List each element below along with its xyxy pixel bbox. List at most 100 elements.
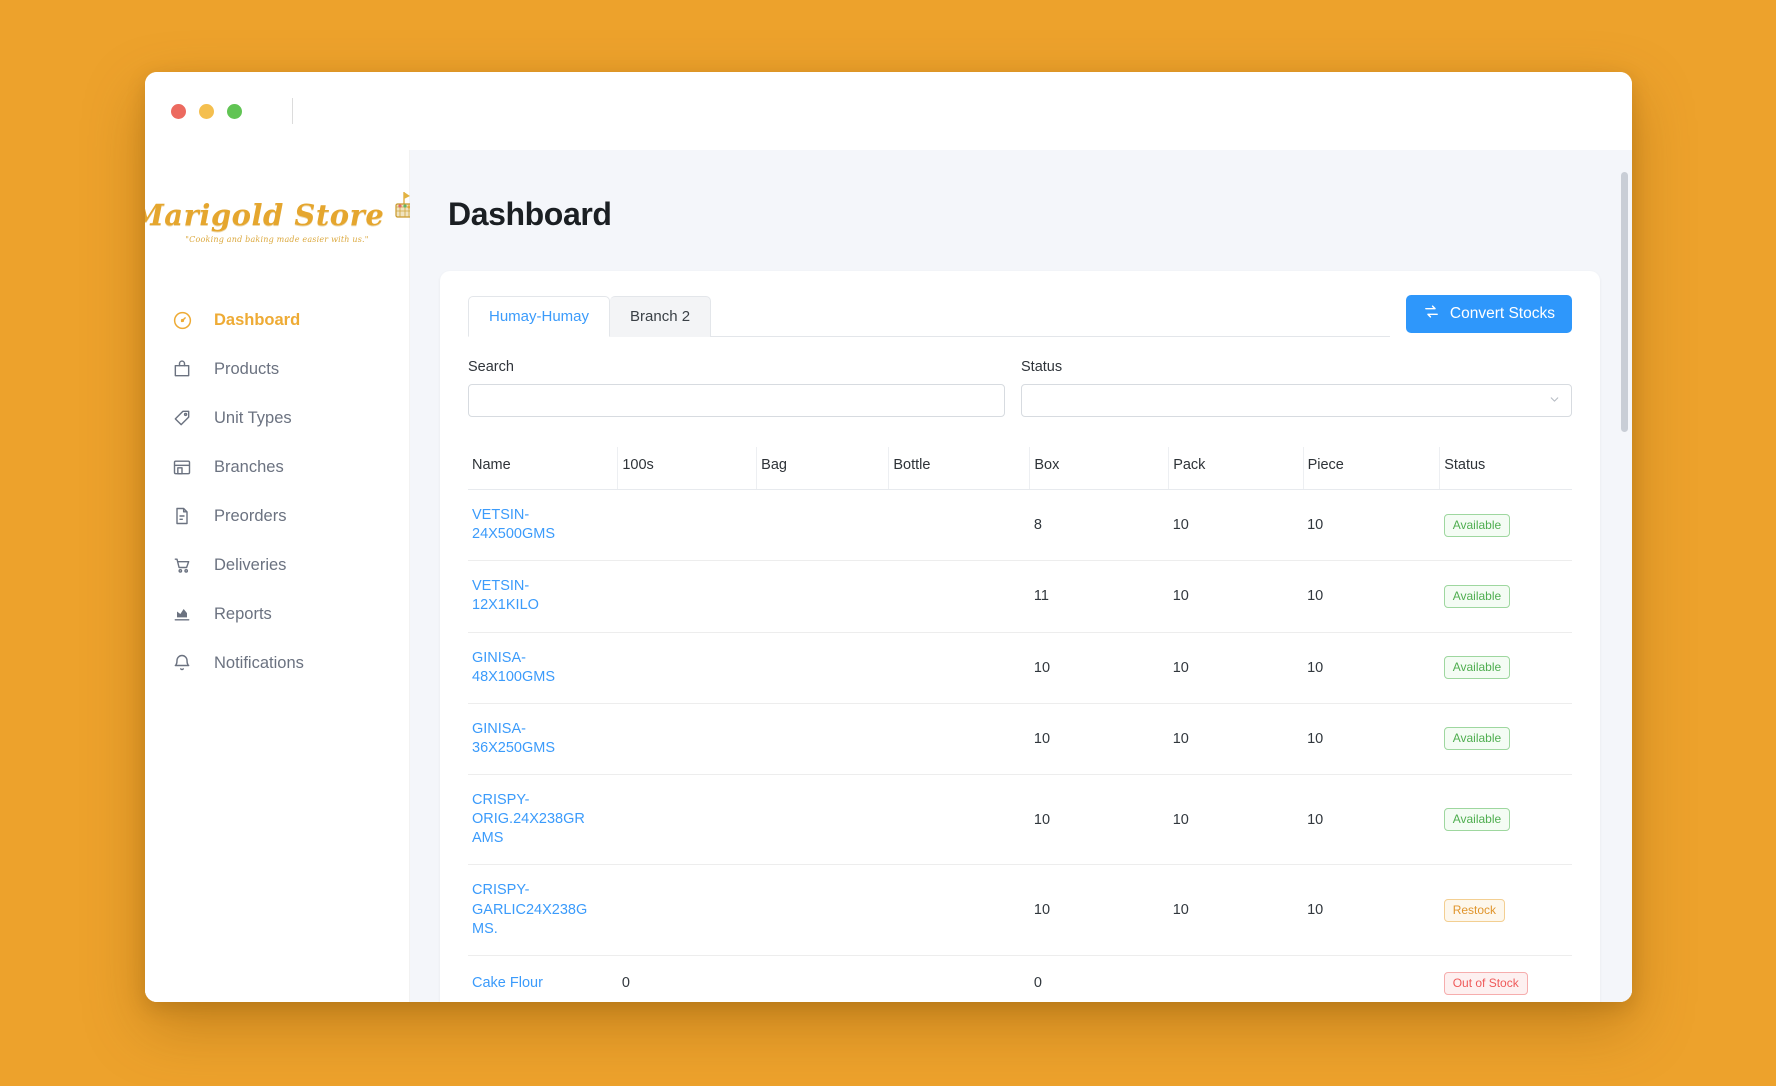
cell-pack: 10 bbox=[1169, 703, 1303, 774]
product-name-link[interactable]: CRISPY-GARLIC24X238GMS. bbox=[468, 865, 618, 955]
status-badge: Restock bbox=[1444, 899, 1505, 922]
scrollbar-thumb[interactable] bbox=[1621, 172, 1628, 432]
bag-icon bbox=[171, 358, 193, 380]
cell-status: Available bbox=[1440, 632, 1572, 703]
sidebar-item-deliveries[interactable]: Deliveries bbox=[145, 543, 409, 587]
search-input[interactable] bbox=[468, 384, 1005, 417]
cell-piece: 10 bbox=[1303, 632, 1440, 703]
product-name-link[interactable]: GINISA-48X100GMS bbox=[468, 632, 618, 703]
table-row: CRISPY-ORIG.24X238GRAMS101010Available bbox=[468, 775, 1572, 865]
cell-bottle bbox=[889, 561, 1030, 632]
maximize-window-button[interactable] bbox=[227, 104, 242, 119]
document-icon bbox=[171, 505, 193, 527]
status-badge: Available bbox=[1444, 585, 1510, 608]
sidebar-item-reports[interactable]: Reports bbox=[145, 592, 409, 636]
tab-branch-2[interactable]: Branch 2 bbox=[610, 296, 711, 337]
brand-logo[interactable]: Marigold Store "Cooking and baking made … bbox=[145, 162, 409, 270]
page-title: Dashboard bbox=[448, 196, 1600, 233]
cell-status: Available bbox=[1440, 490, 1572, 561]
tabs-and-actions: Humay-Humay Branch 2 Convert Stocks bbox=[468, 295, 1572, 337]
sidebar-item-preorders[interactable]: Preorders bbox=[145, 494, 409, 538]
column-header-piece: Piece bbox=[1303, 447, 1440, 490]
sidebar-item-label: Preorders bbox=[214, 507, 286, 526]
store-icon bbox=[171, 456, 193, 478]
column-header-box: Box bbox=[1030, 447, 1169, 490]
sidebar-item-label: Notifications bbox=[214, 654, 304, 673]
cell-pack: 10 bbox=[1169, 865, 1303, 955]
status-badge: Available bbox=[1444, 727, 1510, 750]
cell-bag bbox=[757, 632, 889, 703]
cell-box: 10 bbox=[1030, 775, 1169, 865]
cell-status: Available bbox=[1440, 703, 1572, 774]
column-header-status: Status bbox=[1440, 447, 1572, 490]
cell-status: Restock bbox=[1440, 865, 1572, 955]
main-scrollbar[interactable] bbox=[1621, 172, 1628, 967]
status-label: Status bbox=[1021, 359, 1572, 375]
status-select[interactable] bbox=[1021, 384, 1572, 417]
column-header-pack: Pack bbox=[1169, 447, 1303, 490]
sidebar-item-products[interactable]: Products bbox=[145, 347, 409, 391]
table-row: CRISPY-GARLIC24X238GMS.101010Restock bbox=[468, 865, 1572, 955]
status-badge: Available bbox=[1444, 808, 1510, 831]
minimize-window-button[interactable] bbox=[199, 104, 214, 119]
gauge-icon bbox=[171, 309, 193, 331]
cell-pack bbox=[1169, 955, 1303, 1002]
cell-piece: 10 bbox=[1303, 561, 1440, 632]
cell-piece: 10 bbox=[1303, 490, 1440, 561]
product-name-line: CRISPY- bbox=[472, 881, 614, 900]
cell-100s: 0 bbox=[618, 955, 757, 1002]
cell-bag bbox=[757, 703, 889, 774]
cell-bottle bbox=[889, 490, 1030, 561]
cell-bottle bbox=[889, 703, 1030, 774]
convert-stocks-button[interactable]: Convert Stocks bbox=[1406, 295, 1572, 333]
app-body: Marigold Store "Cooking and baking made … bbox=[145, 150, 1632, 1002]
cell-piece: 10 bbox=[1303, 775, 1440, 865]
product-name-line: ORIG.24X238GR bbox=[472, 810, 614, 829]
product-name-link[interactable]: GINISA-36X250GMS bbox=[468, 703, 618, 774]
cell-bag bbox=[757, 955, 889, 1002]
main-content: Dashboard Humay-Humay Branch 2 bbox=[410, 150, 1632, 1002]
cell-bag bbox=[757, 775, 889, 865]
cart-icon bbox=[171, 554, 193, 576]
filters-row: Search Status bbox=[468, 359, 1572, 417]
sidebar-item-notifications[interactable]: Notifications bbox=[145, 641, 409, 685]
titlebar-divider bbox=[292, 98, 293, 124]
sidebar-item-label: Branches bbox=[214, 458, 284, 477]
product-name-line: 48X100GMS bbox=[472, 668, 614, 687]
cell-pack: 10 bbox=[1169, 561, 1303, 632]
column-header-100s: 100s bbox=[618, 447, 757, 490]
sidebar-item-branches[interactable]: Branches bbox=[145, 445, 409, 489]
product-name-line: 24X500GMS bbox=[472, 525, 614, 544]
sidebar-item-unit-types[interactable]: Unit Types bbox=[145, 396, 409, 440]
product-name-link[interactable]: VETSIN-24X500GMS bbox=[468, 490, 618, 561]
cell-pack: 10 bbox=[1169, 775, 1303, 865]
table-row: VETSIN-24X500GMS81010Available bbox=[468, 490, 1572, 561]
convert-stocks-label: Convert Stocks bbox=[1450, 305, 1555, 323]
product-name-link[interactable]: Cake Flour bbox=[468, 955, 618, 1002]
cell-100s bbox=[618, 775, 757, 865]
product-name-line: 36X250GMS bbox=[472, 739, 614, 758]
status-field-group: Status bbox=[1021, 359, 1572, 417]
cell-bottle bbox=[889, 632, 1030, 703]
sidebar-item-label: Products bbox=[214, 360, 279, 379]
tab-humay-humay[interactable]: Humay-Humay bbox=[468, 296, 610, 337]
cell-bottle bbox=[889, 775, 1030, 865]
table-header-row: Name 100s Bag Bottle Box Pack Piece Stat… bbox=[468, 447, 1572, 490]
product-name-link[interactable]: VETSIN-12X1KILO bbox=[468, 561, 618, 632]
cell-bottle bbox=[889, 865, 1030, 955]
product-name-line: GARLIC24X238G bbox=[472, 901, 614, 920]
dashboard-card: Humay-Humay Branch 2 Convert Stocks bbox=[440, 271, 1600, 1002]
cell-bag bbox=[757, 490, 889, 561]
product-name-link[interactable]: CRISPY-ORIG.24X238GRAMS bbox=[468, 775, 618, 865]
sidebar-item-dashboard[interactable]: Dashboard bbox=[145, 298, 409, 342]
tab-label: Branch 2 bbox=[630, 308, 690, 325]
cell-box: 0 bbox=[1030, 955, 1169, 1002]
cell-status: Available bbox=[1440, 561, 1572, 632]
window-titlebar bbox=[145, 72, 1632, 150]
close-window-button[interactable] bbox=[171, 104, 186, 119]
search-label: Search bbox=[468, 359, 1005, 375]
tab-label: Humay-Humay bbox=[489, 308, 589, 325]
cell-box: 10 bbox=[1030, 632, 1169, 703]
cell-status: Out of Stock bbox=[1440, 955, 1572, 1002]
cell-pack: 10 bbox=[1169, 632, 1303, 703]
